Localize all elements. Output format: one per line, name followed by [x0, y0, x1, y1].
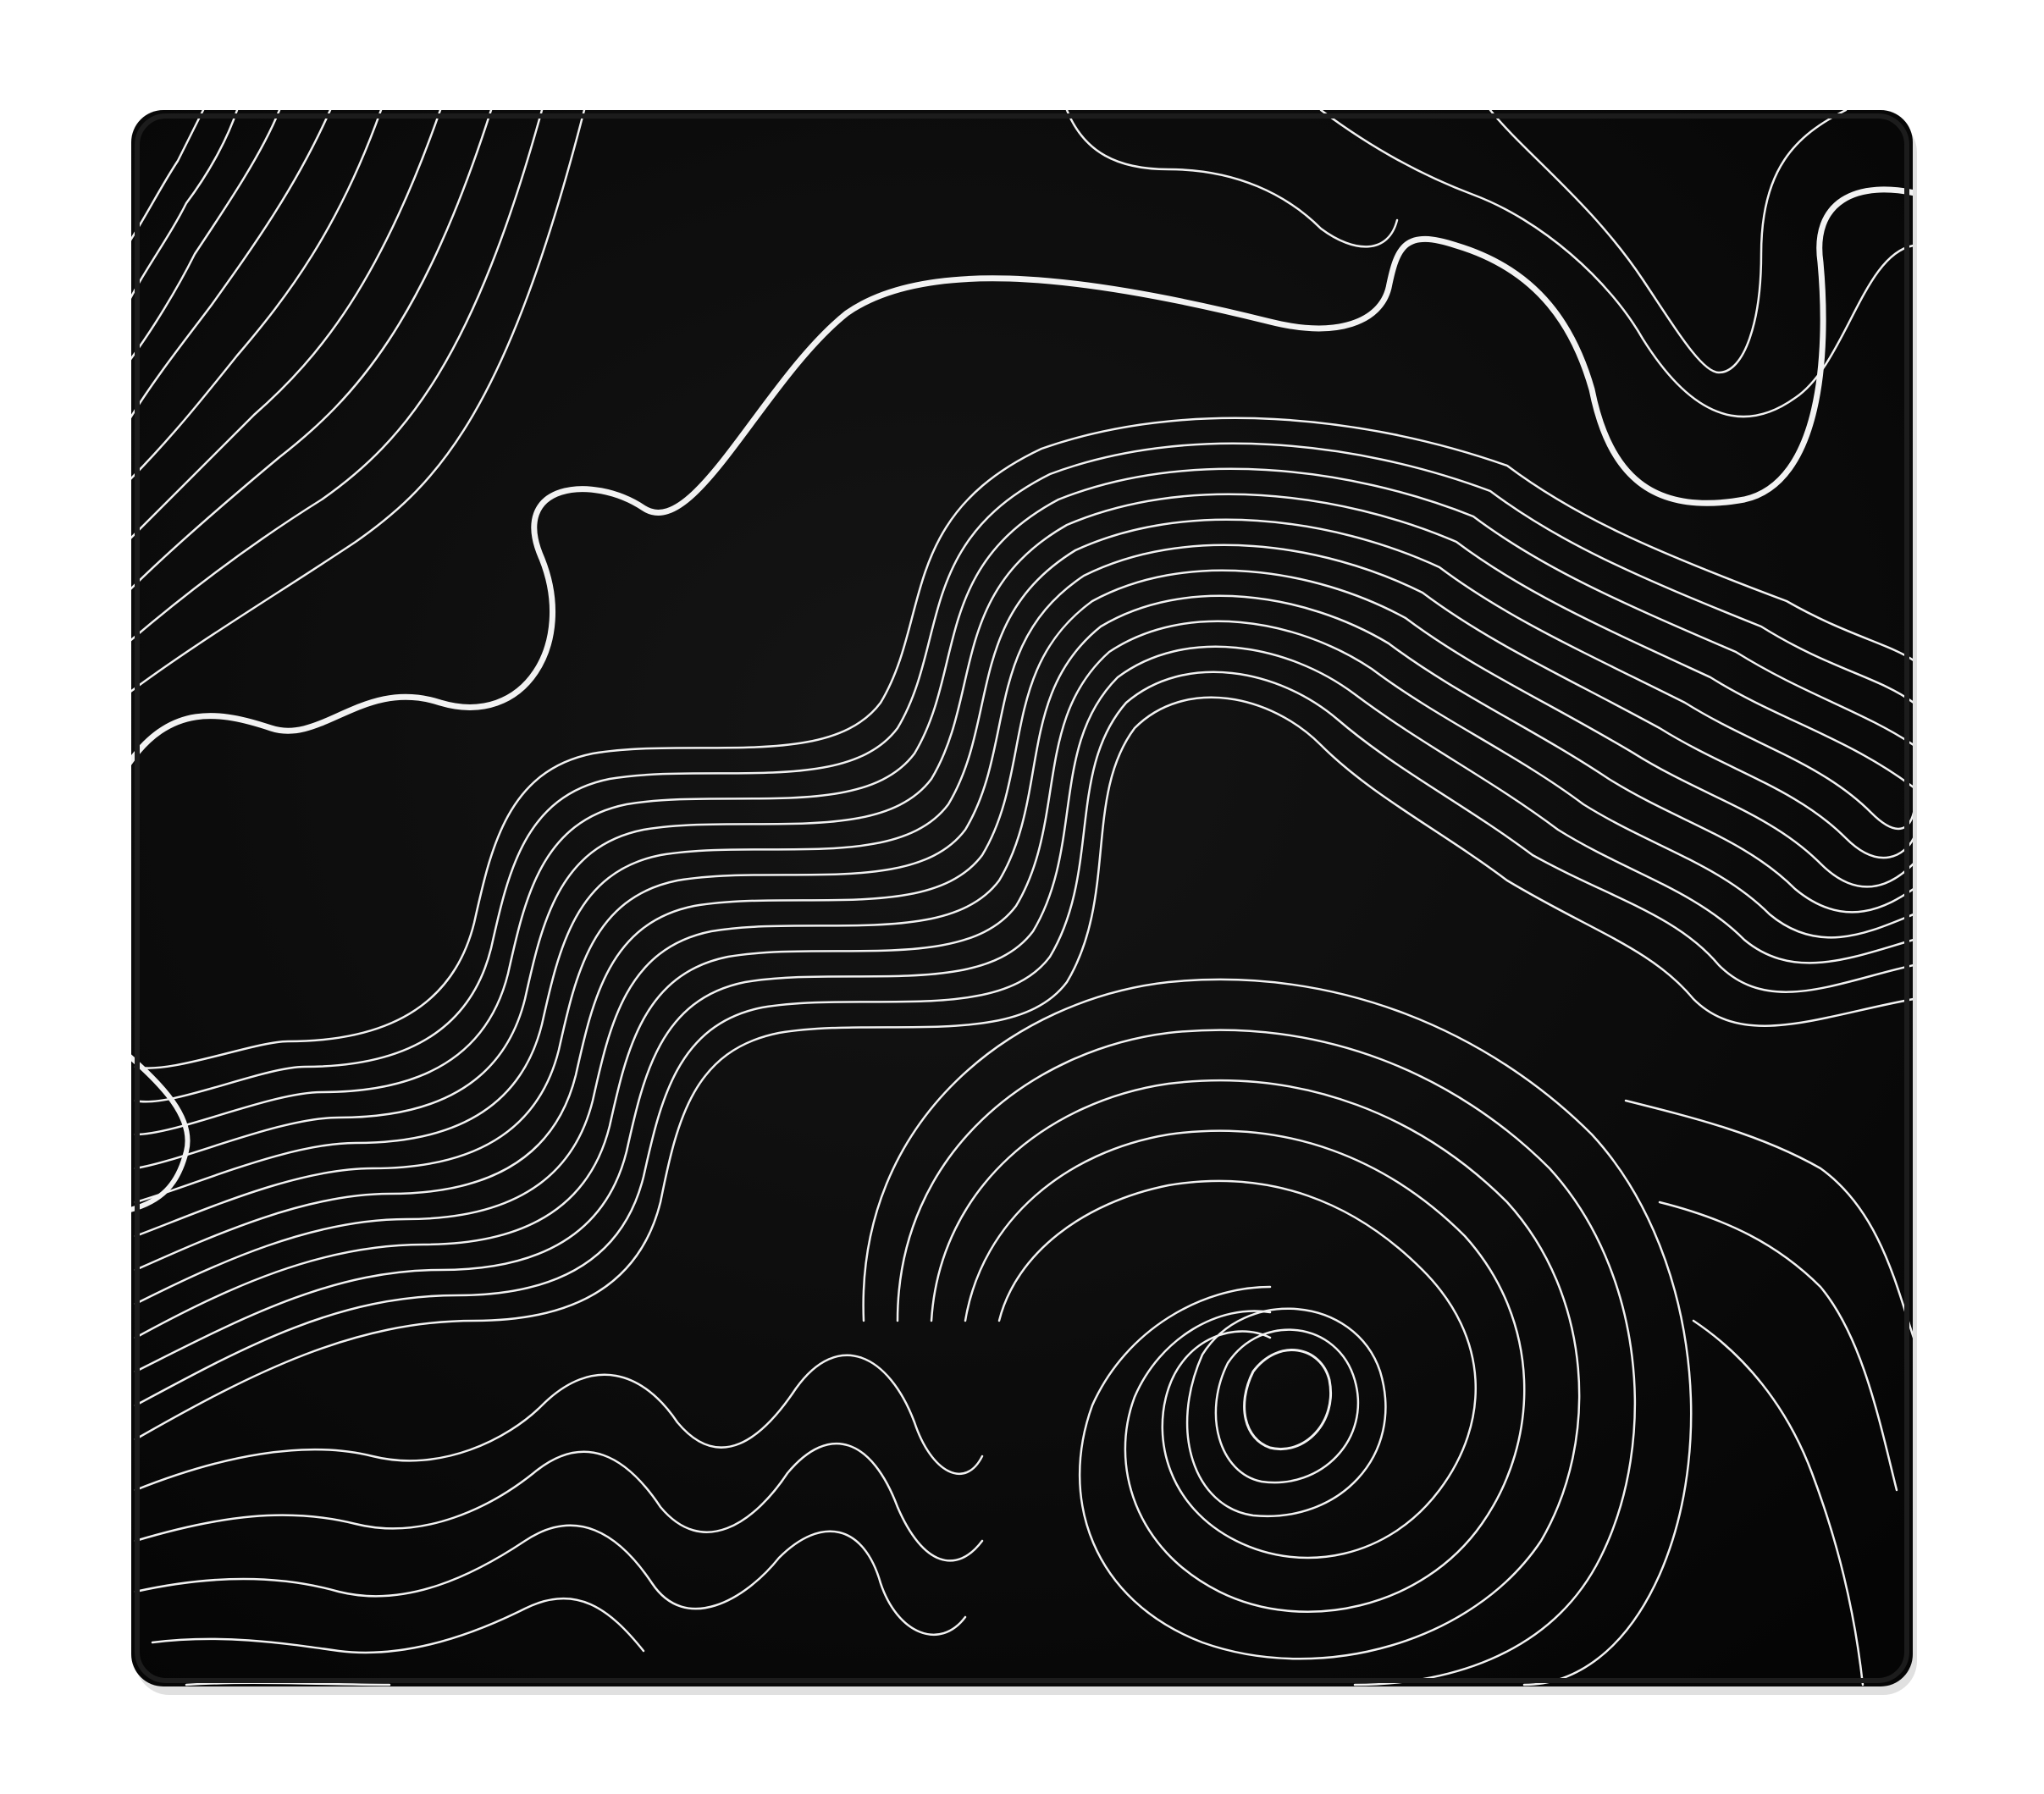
product-photo: [0, 0, 2044, 1794]
mousepad-surface: [131, 110, 1913, 1686]
mousepad-illustration: [131, 110, 1917, 1695]
